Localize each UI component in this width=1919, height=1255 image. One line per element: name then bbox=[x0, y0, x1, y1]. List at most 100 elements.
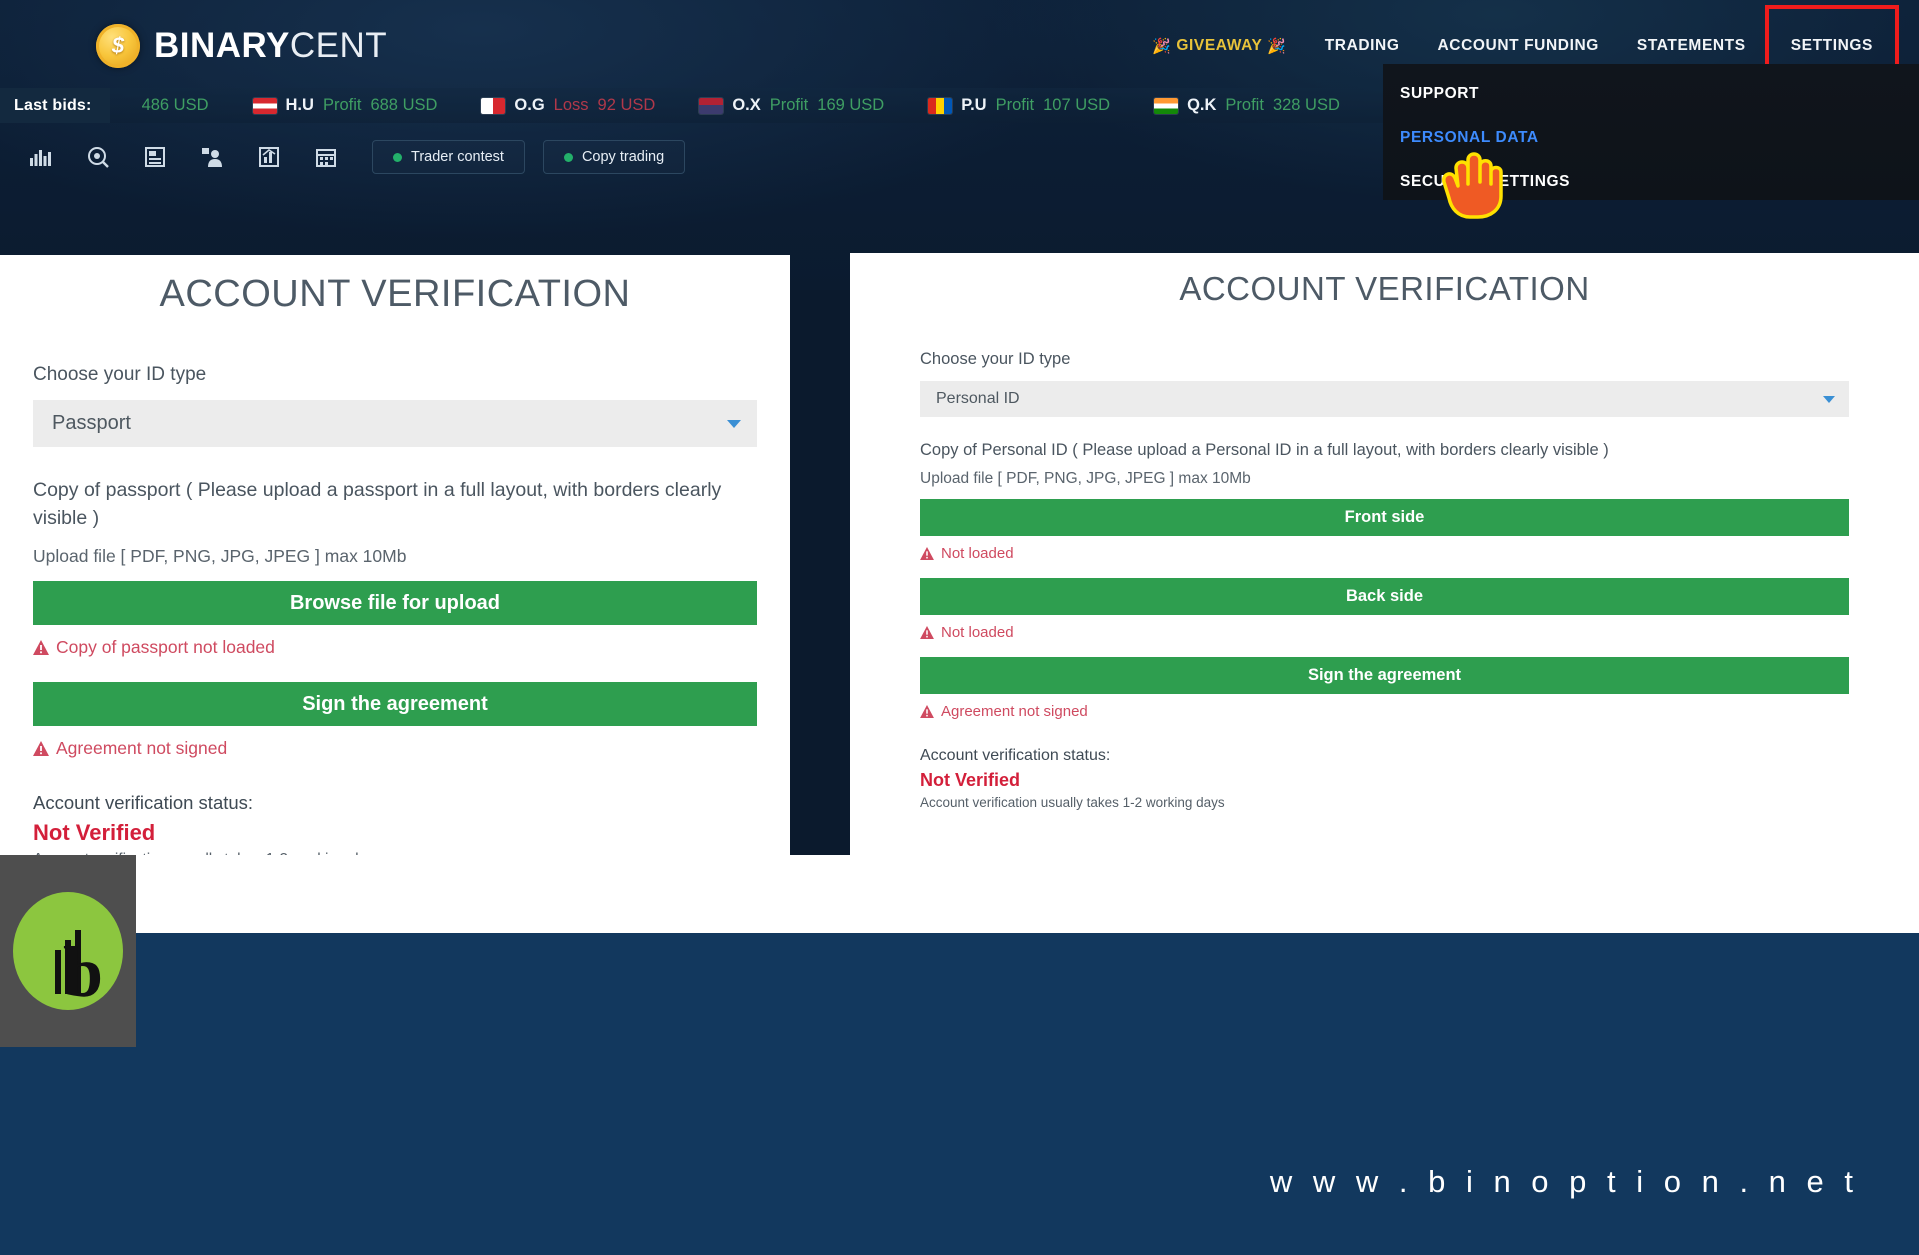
upload-description: Copy of Personal ID ( Please upload a Pe… bbox=[920, 439, 1849, 462]
upload-file-hint: Upload file [ PDF, PNG, JPG, JPEG ] max … bbox=[920, 470, 1849, 488]
verification-form-personal-id: Choose your ID type Personal ID Copy of … bbox=[850, 350, 1919, 810]
dropdown-item-security-settings[interactable]: SECURITY SETTINGS bbox=[1383, 160, 1919, 204]
verification-status-label: Account verification status: bbox=[920, 747, 1849, 765]
party-popper-icon-right: 🎉 bbox=[1267, 37, 1286, 55]
browse-file-button[interactable]: Browse file for upload bbox=[33, 581, 757, 625]
page-title: ACCOUNT VERIFICATION bbox=[850, 270, 1919, 308]
brand-name-bold: BINARY bbox=[154, 26, 290, 65]
ticker-entry: O.G Loss 92 USD bbox=[459, 96, 677, 115]
warning-triangle-icon bbox=[33, 741, 49, 756]
brand-logo[interactable]: $ BINARYCENT bbox=[96, 24, 387, 68]
logo-letter-b: b bbox=[63, 944, 103, 1002]
ticker-amount: 688 USD bbox=[370, 96, 437, 115]
nav-label-account-funding: ACCOUNT FUNDING bbox=[1438, 37, 1599, 55]
sign-agreement-button[interactable]: Sign the agreement bbox=[33, 682, 757, 726]
id-type-label: Choose your ID type bbox=[33, 364, 757, 386]
economic-calendar-icon[interactable] bbox=[297, 132, 354, 182]
ticker-trader: Q.K bbox=[1187, 96, 1216, 115]
front-side-error-text: Not loaded bbox=[941, 545, 1014, 562]
country-flag-icon bbox=[481, 98, 505, 114]
copy-trading-label: Copy trading bbox=[582, 149, 664, 165]
footer-bar bbox=[0, 933, 1919, 1255]
dropdown-label-support: SUPPORT bbox=[1400, 85, 1479, 103]
id-type-label: Choose your ID type bbox=[920, 350, 1849, 369]
ticker-result: Profit bbox=[323, 96, 362, 115]
statistics-icon[interactable] bbox=[240, 132, 297, 182]
ticker-trader: O.X bbox=[732, 96, 760, 115]
id-type-select[interactable]: Passport bbox=[33, 400, 757, 447]
ticker-trader: P.U bbox=[961, 96, 986, 115]
dropdown-label-personal-data: PERSONAL DATA bbox=[1400, 129, 1539, 147]
warning-triangle-icon bbox=[920, 626, 934, 639]
agreement-error-text: Agreement not signed bbox=[56, 738, 227, 759]
browse-error-text: Copy of passport not loaded bbox=[56, 637, 275, 658]
id-type-value: Passport bbox=[52, 412, 131, 435]
ticker-result: Profit bbox=[996, 96, 1035, 115]
ticker-amount: 169 USD bbox=[817, 96, 884, 115]
ticker-amount: 328 USD bbox=[1273, 96, 1340, 115]
ticker-amount: 92 USD bbox=[598, 96, 656, 115]
id-type-value: Personal ID bbox=[936, 390, 1020, 408]
nav-item-giveaway[interactable]: 🎉 GIVEAWAY 🎉 bbox=[1133, 0, 1306, 92]
page-title: ACCOUNT VERIFICATION bbox=[0, 273, 790, 316]
coin-symbol: $ bbox=[112, 33, 124, 59]
agreement-error-text: Agreement not signed bbox=[941, 703, 1088, 720]
ticker-trader: H.U bbox=[286, 96, 314, 115]
news-feed-icon[interactable] bbox=[126, 132, 183, 182]
ticker-track: 486 USD H.U Profit 688 USD O.G Loss 92 U… bbox=[110, 96, 1513, 115]
country-flag-icon bbox=[1154, 98, 1178, 114]
warning-triangle-icon bbox=[920, 705, 934, 718]
id-type-select[interactable]: Personal ID bbox=[920, 381, 1849, 417]
back-side-error-message: Not loaded bbox=[920, 624, 1849, 641]
browse-error-message: Copy of passport not loaded bbox=[33, 637, 757, 658]
brand-name: BINARYCENT bbox=[154, 26, 387, 66]
binoption-logo-badge: b bbox=[0, 855, 136, 1047]
ticker-result: Profit bbox=[1225, 96, 1264, 115]
ticker-result: Loss bbox=[554, 96, 589, 115]
sign-agreement-button[interactable]: Sign the agreement bbox=[920, 657, 1849, 694]
market-watch-icon[interactable] bbox=[69, 132, 126, 182]
brand-name-thin: CENT bbox=[290, 26, 387, 65]
ticker-entry: O.X Profit 169 USD bbox=[677, 96, 906, 115]
trader-contest-button[interactable]: Trader contest bbox=[372, 140, 525, 174]
copy-trading-button[interactable]: Copy trading bbox=[543, 140, 685, 174]
dropdown-item-personal-data[interactable]: PERSONAL DATA bbox=[1383, 116, 1919, 160]
front-side-upload-button[interactable]: Front side bbox=[920, 499, 1849, 536]
party-popper-icon-left: 🎉 bbox=[1152, 37, 1171, 55]
candlestick-chart-icon[interactable] bbox=[12, 132, 69, 182]
country-flag-icon bbox=[699, 98, 723, 114]
dropdown-item-support[interactable]: SUPPORT bbox=[1383, 72, 1919, 116]
upload-description: Copy of passport ( Please upload a passp… bbox=[33, 477, 757, 532]
trader-profile-icon[interactable] bbox=[183, 132, 240, 182]
front-side-error-message: Not loaded bbox=[920, 545, 1849, 562]
binoption-logo-icon: b bbox=[13, 892, 123, 1010]
verification-panel-personal-id: ACCOUNT VERIFICATION Choose your ID type… bbox=[850, 253, 1919, 857]
coin-icon: $ bbox=[96, 24, 140, 68]
ticker-amount: 107 USD bbox=[1043, 96, 1110, 115]
nav-label-trading: TRADING bbox=[1325, 37, 1400, 55]
warning-triangle-icon bbox=[33, 640, 49, 655]
back-side-upload-button[interactable]: Back side bbox=[920, 578, 1849, 615]
trader-contest-label: Trader contest bbox=[411, 149, 504, 165]
ticker-amount: 486 USD bbox=[142, 96, 209, 115]
country-flag-icon bbox=[253, 98, 277, 114]
chevron-down-icon bbox=[727, 420, 741, 428]
ticker-label: Last bids: bbox=[0, 88, 110, 123]
verification-panel-passport: ACCOUNT VERIFICATION Choose your ID type… bbox=[0, 255, 790, 855]
ticker-trader: O.G bbox=[514, 96, 544, 115]
verification-status-note: Account verification usually takes 1-2 w… bbox=[920, 795, 1849, 810]
dropdown-label-security-settings: SECURITY SETTINGS bbox=[1400, 173, 1570, 191]
verification-status-badge: Not Verified bbox=[920, 770, 1849, 791]
ticker-entry: 486 USD bbox=[120, 96, 231, 115]
verification-status-badge: Not Verified bbox=[33, 820, 757, 846]
footer-white-strip bbox=[0, 855, 1919, 933]
nav-label-statements: STATEMENTS bbox=[1637, 37, 1746, 55]
agreement-error-message: Agreement not signed bbox=[920, 703, 1849, 720]
ticker-entry: Q.K Profit 328 USD bbox=[1132, 96, 1362, 115]
ticker-entry: H.U Profit 688 USD bbox=[231, 96, 460, 115]
verification-form-passport: Choose your ID type Passport Copy of pas… bbox=[0, 364, 790, 855]
country-flag-icon bbox=[928, 98, 952, 114]
verification-status-label: Account verification status: bbox=[33, 792, 757, 814]
ticker-entry: P.U Profit 107 USD bbox=[906, 96, 1132, 115]
back-side-error-text: Not loaded bbox=[941, 624, 1014, 641]
